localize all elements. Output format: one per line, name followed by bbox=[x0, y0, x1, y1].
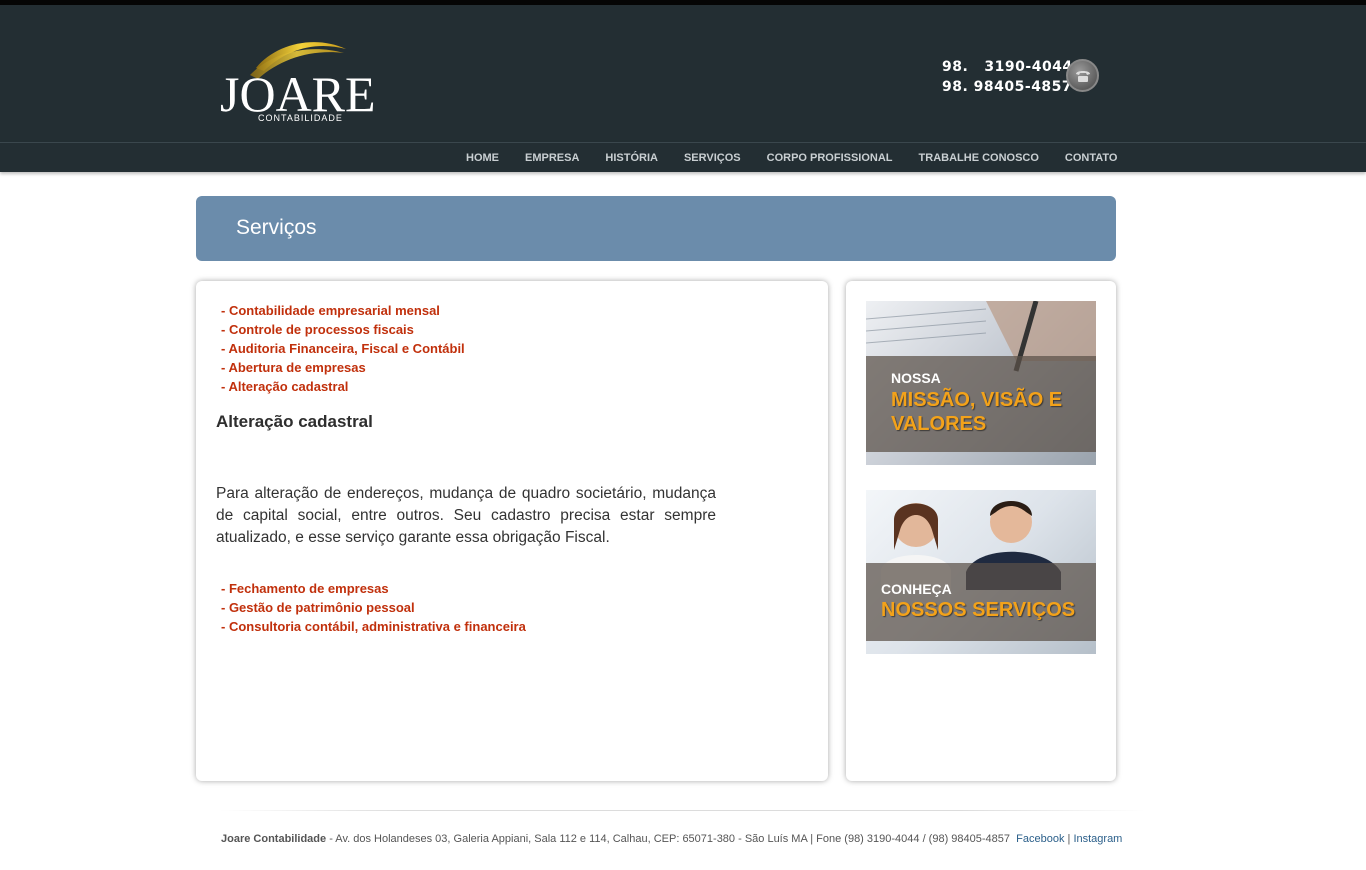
service-link[interactable]: - Auditoria Financeira, Fiscal e Contábi… bbox=[221, 339, 465, 358]
nav-corpo-profissional[interactable]: CORPO PROFISSIONAL bbox=[754, 143, 906, 173]
service-link[interactable]: - Alteração cadastral bbox=[221, 377, 465, 396]
service-link[interactable]: - Controle de processos fiscais bbox=[221, 320, 465, 339]
nav-servicos[interactable]: SERVIÇOS bbox=[671, 143, 754, 173]
footer-divider bbox=[220, 810, 1145, 811]
footer-address: - Av. dos Holandeses 03, Galeria Appiani… bbox=[326, 833, 1017, 845]
main-nav: HOME EMPRESA HISTÓRIA SERVIÇOS CORPO PRO… bbox=[0, 142, 1366, 172]
nav-empresa[interactable]: EMPRESA bbox=[512, 143, 592, 173]
page-title-banner: Serviços bbox=[196, 196, 1116, 261]
site-logo[interactable]: JOARE CONTABILIDADE bbox=[216, 33, 391, 133]
service-link[interactable]: - Gestão de patrimônio pessoal bbox=[221, 598, 526, 617]
facebook-link[interactable]: Facebook bbox=[1016, 833, 1064, 845]
page-title: Serviços bbox=[236, 216, 317, 239]
service-link[interactable]: - Contabilidade empresarial mensal bbox=[221, 301, 465, 320]
main-content: - Contabilidade empresarial mensal - Con… bbox=[196, 281, 828, 781]
section-title: Alteração cadastral bbox=[216, 412, 373, 431]
mission-headline: MISSÃO, VISÃO E VALORES bbox=[891, 389, 1063, 435]
phone-icon bbox=[1066, 59, 1099, 92]
phone-numbers: 98. 3190-4044 98. 98405-4857 bbox=[942, 57, 1073, 97]
phone-number-2: 98. 98405-4857 bbox=[942, 79, 1073, 95]
instagram-link[interactable]: Instagram bbox=[1073, 833, 1122, 845]
sidebar: NOSSA MISSÃO, VISÃO E VALORES CONHEÇA NO… bbox=[846, 281, 1116, 781]
service-link[interactable]: - Fechamento de empresas bbox=[221, 579, 526, 598]
site-header: JOARE CONTABILIDADE 98. 3190-4044 98. 98… bbox=[0, 5, 1366, 142]
nav-historia[interactable]: HISTÓRIA bbox=[592, 143, 671, 173]
services-headline: NOSSOS SERVIÇOS bbox=[881, 599, 1076, 621]
footer-brand: Joare Contabilidade bbox=[221, 833, 327, 845]
our-services-banner[interactable]: CONHEÇA NOSSOS SERVIÇOS bbox=[866, 490, 1096, 654]
mission-vision-values-banner[interactable]: NOSSA MISSÃO, VISÃO E VALORES bbox=[866, 301, 1096, 465]
nav-trabalhe-conosco[interactable]: TRABALHE CONOSCO bbox=[906, 143, 1052, 173]
section-text: Para alteração de endereços, mudança de … bbox=[216, 485, 716, 546]
phone-number-1: 98. 3190-4044 bbox=[942, 59, 1073, 75]
mission-kicker: NOSSA bbox=[891, 370, 941, 386]
services-kicker: CONHEÇA bbox=[881, 581, 952, 597]
footer: Joare Contabilidade - Av. dos Holandeses… bbox=[221, 833, 1122, 845]
nav-contato[interactable]: CONTATO bbox=[1052, 143, 1131, 173]
service-link[interactable]: - Consultoria contábil, administrativa e… bbox=[221, 617, 526, 636]
service-link[interactable]: - Abertura de empresas bbox=[221, 358, 465, 377]
nav-home[interactable]: HOME bbox=[453, 143, 512, 173]
logo-mark: JOARE CONTABILIDADE bbox=[220, 42, 376, 123]
svg-text:CONTABILIDADE: CONTABILIDADE bbox=[258, 113, 343, 123]
services-list-top: - Contabilidade empresarial mensal - Con… bbox=[221, 301, 465, 396]
services-list-bottom: - Fechamento de empresas - Gestão de pat… bbox=[221, 579, 526, 636]
